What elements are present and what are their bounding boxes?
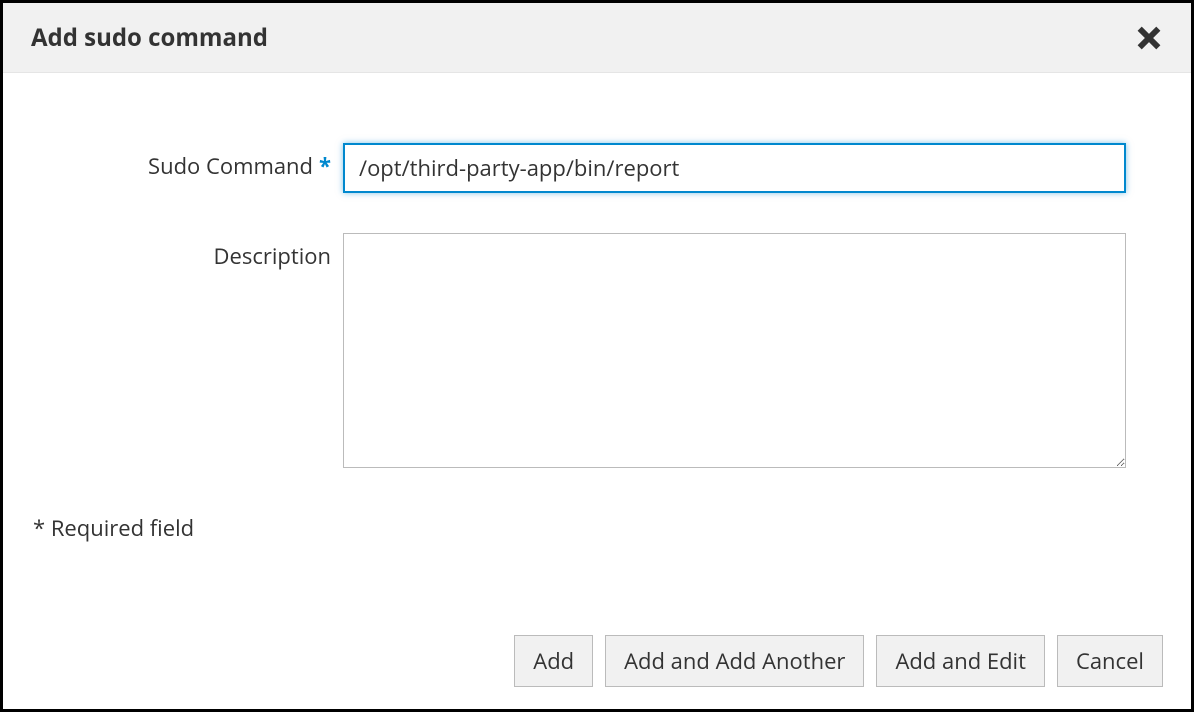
add-and-add-another-button[interactable]: Add and Add Another [605,635,864,687]
cancel-button[interactable]: Cancel [1057,635,1163,687]
close-icon[interactable] [1135,24,1163,52]
sudo-command-label: Sudo Command* [33,143,343,181]
add-sudo-command-dialog: Add sudo command Sudo Command* Descripti… [0,0,1194,712]
dialog-body: Sudo Command* Description * Required fie… [3,73,1191,615]
dialog-header: Add sudo command [3,3,1191,73]
add-button[interactable]: Add [514,635,593,687]
dialog-footer: Add Add and Add Another Add and Edit Can… [3,615,1191,709]
description-label: Description [33,233,343,271]
required-marker: * [319,151,331,181]
description-label-text: Description [214,241,331,271]
sudo-command-row: Sudo Command* [33,143,1161,193]
add-and-edit-button[interactable]: Add and Edit [876,635,1045,687]
sudo-command-label-text: Sudo Command [148,151,313,181]
description-row: Description [33,233,1161,473]
description-input[interactable] [343,233,1126,468]
dialog-title: Add sudo command [31,21,268,54]
required-field-note: * Required field [33,513,1161,543]
sudo-command-input[interactable] [343,143,1126,193]
